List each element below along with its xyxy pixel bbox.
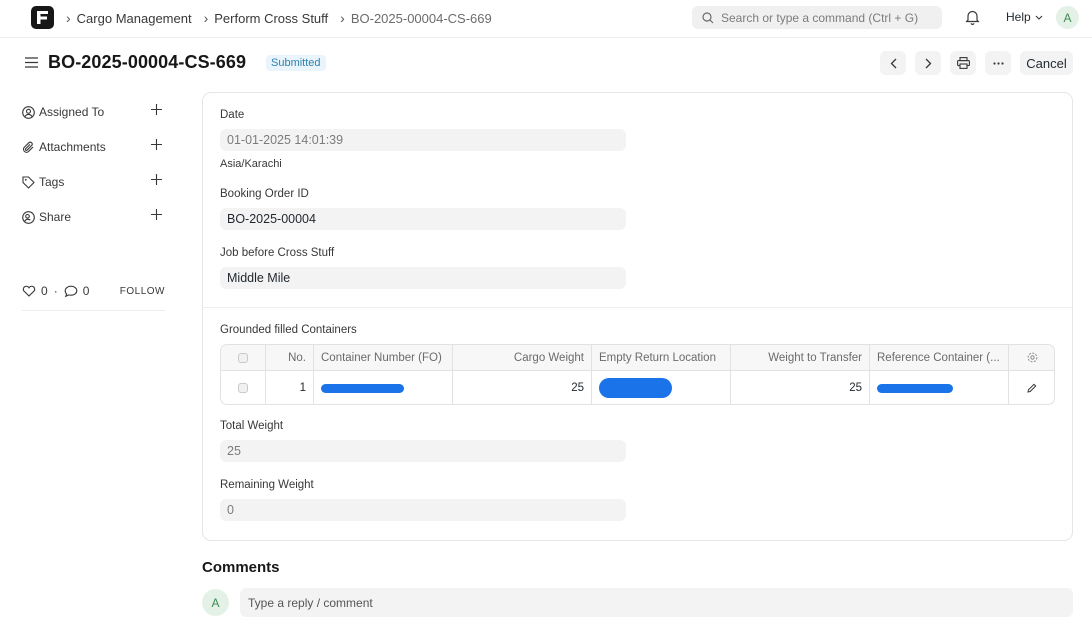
search-bar[interactable]	[692, 6, 942, 29]
plus-icon[interactable]	[151, 139, 162, 150]
chevron-down-icon	[1035, 15, 1043, 20]
col-weight-to-transfer: Weight to Transfer	[731, 345, 870, 370]
section-divider	[203, 307, 1072, 308]
printer-icon	[956, 57, 970, 69]
heart-icon[interactable]	[22, 285, 36, 297]
search-input[interactable]	[721, 10, 931, 25]
previous-doc-button[interactable]	[880, 51, 906, 75]
tag-icon	[22, 175, 36, 189]
row-empty-return-location[interactable]	[592, 371, 731, 404]
col-no: No.	[266, 345, 314, 370]
job-field[interactable]: Middle Mile	[220, 267, 626, 289]
notification-bell-icon[interactable]	[965, 9, 980, 28]
status-badge: Submitted	[266, 55, 326, 71]
col-empty-return-location: Empty Return Location	[592, 345, 731, 370]
total-weight-field[interactable]: 25	[220, 440, 626, 462]
plus-icon[interactable]	[151, 209, 162, 220]
chevron-right-icon: ›	[66, 10, 71, 26]
chevron-right-icon: ›	[340, 10, 345, 26]
page-title: BO-2025-00004-CS-669	[48, 52, 247, 72]
booking-order-label: Booking Order ID	[220, 188, 309, 200]
breadcrumb-cargo-management[interactable]: Cargo Management	[77, 11, 192, 26]
cancel-button[interactable]: Cancel	[1020, 51, 1073, 75]
ellipsis-icon	[992, 61, 1004, 65]
sidebar-item-share[interactable]: Share	[22, 206, 162, 228]
sidebar-item-tags[interactable]: Tags	[22, 171, 162, 193]
row-checkbox[interactable]	[238, 383, 248, 393]
comment-icon[interactable]	[64, 285, 78, 298]
row-weight-to-transfer[interactable]: 25	[731, 371, 870, 404]
user-plus-icon	[22, 105, 36, 119]
col-cargo-weight: Cargo Weight	[453, 345, 592, 370]
app-logo[interactable]	[31, 6, 54, 29]
redacted-value	[599, 378, 672, 398]
chevron-right-icon	[925, 58, 931, 68]
breadcrumb-current-doc[interactable]: BO-2025-00004-CS-669	[351, 11, 492, 26]
booking-order-field[interactable]: BO-2025-00004	[220, 208, 626, 230]
redacted-value	[877, 383, 953, 393]
containers-table: No. Container Number (FO) Cargo Weight E…	[220, 344, 1055, 405]
next-doc-button[interactable]	[915, 51, 941, 75]
comment-box[interactable]	[240, 588, 1073, 617]
date-label: Date	[220, 109, 245, 121]
sidebar-item-label: Attachments	[39, 140, 106, 154]
help-label: Help	[1006, 10, 1031, 24]
sidebar-divider	[22, 310, 165, 311]
sidebar-item-label: Tags	[39, 175, 65, 189]
comments-heading: Comments	[202, 559, 280, 576]
col-container-number: Container Number (FO)	[314, 345, 453, 370]
menu-icon[interactable]	[25, 56, 38, 71]
total-weight-label: Total Weight	[220, 420, 284, 432]
print-button[interactable]	[950, 51, 976, 75]
sidebar-item-label: Assigned To	[39, 105, 105, 119]
plus-icon[interactable]	[151, 174, 162, 185]
more-actions-button[interactable]	[985, 51, 1011, 75]
table-settings-cell	[1009, 345, 1054, 370]
containers-table-label: Grounded filled Containers	[220, 324, 357, 336]
settings-gear-icon[interactable]	[1027, 352, 1038, 363]
comment-input[interactable]	[248, 595, 1048, 610]
table-header: No. Container Number (FO) Cargo Weight E…	[221, 345, 1054, 371]
sidebar-item-assigned-to[interactable]: Assigned To	[22, 101, 162, 123]
social-row: 0 · 0 FOLLOW	[22, 282, 165, 300]
plus-icon[interactable]	[151, 104, 162, 115]
remaining-weight-field[interactable]: 0	[220, 499, 626, 521]
row-cargo-weight[interactable]: 25	[453, 371, 592, 404]
select-all-checkbox[interactable]	[238, 352, 248, 363]
paperclip-icon	[22, 141, 36, 154]
breadcrumb-perform-cross-stuff[interactable]: Perform Cross Stuff	[214, 11, 328, 26]
breadcrumb: › Cargo Management › Perform Cross Stuff…	[66, 0, 504, 36]
row-reference-container[interactable]	[870, 371, 1009, 404]
chevron-left-icon	[890, 58, 896, 68]
comment-count: 0	[82, 284, 90, 298]
like-count: 0	[41, 284, 48, 298]
chevron-right-icon: ›	[203, 10, 209, 26]
help-dropdown[interactable]: Help	[1006, 10, 1043, 24]
job-label: Job before Cross Stuff	[220, 247, 335, 259]
user-avatar[interactable]: A	[1056, 6, 1079, 29]
row-container-number[interactable]	[314, 371, 453, 404]
search-icon	[702, 11, 714, 24]
navbar: › Cargo Management › Perform Cross Stuff…	[0, 0, 1092, 38]
edit-pencil-icon[interactable]	[1027, 383, 1037, 393]
separator-dot: ·	[53, 284, 58, 298]
table-row[interactable]: 1 25 25	[221, 371, 1054, 404]
select-all-cell	[221, 345, 266, 370]
follow-button[interactable]: FOLLOW	[120, 286, 165, 297]
row-edit-cell	[1009, 371, 1054, 404]
sidebar-item-label: Share	[39, 210, 72, 224]
row-no: 1	[266, 371, 314, 404]
timezone-text: Asia/Karachi	[220, 158, 282, 170]
sidebar-item-attachments[interactable]: Attachments	[22, 136, 162, 158]
comment-avatar: A	[202, 589, 229, 616]
page-header: BO-2025-00004-CS-669 Submitted Cancel	[0, 38, 1092, 90]
redacted-value	[321, 383, 404, 393]
col-reference-container: Reference Container (...	[870, 345, 1009, 370]
form-card: Date 01-01-2025 14:01:39 Asia/Karachi Bo…	[202, 92, 1073, 541]
row-select-cell	[221, 371, 266, 404]
remaining-weight-label: Remaining Weight	[220, 479, 314, 491]
share-user-icon	[22, 210, 36, 224]
date-field[interactable]: 01-01-2025 14:01:39	[220, 129, 626, 151]
